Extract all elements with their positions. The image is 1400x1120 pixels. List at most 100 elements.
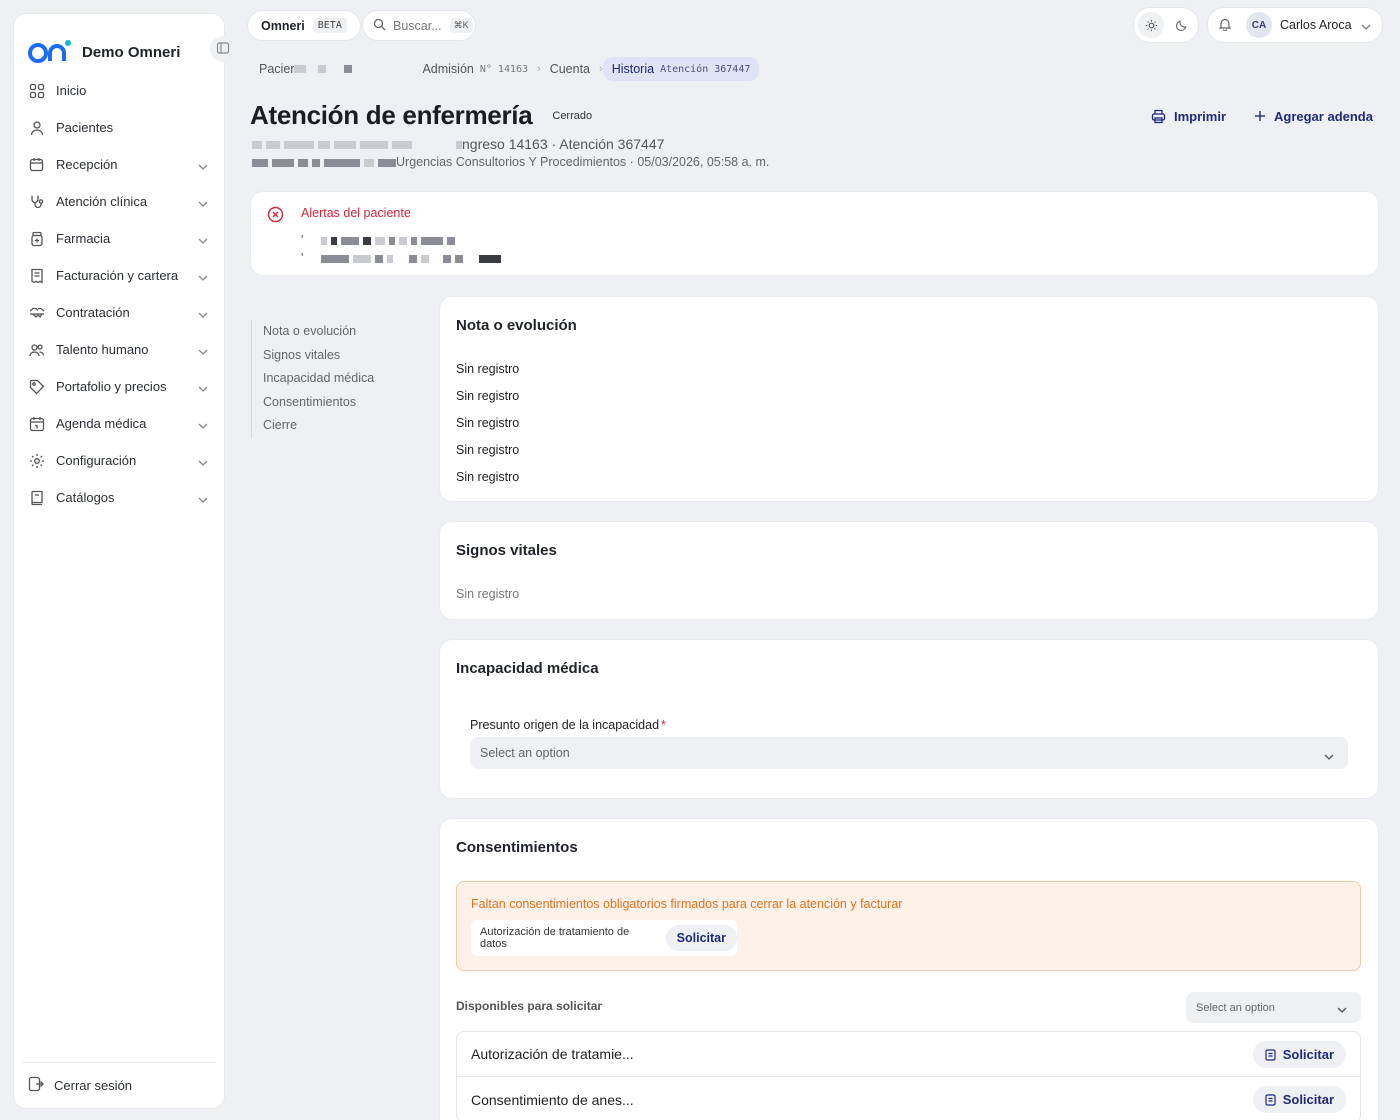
workspace-switcher[interactable]: Omneri BETA [248, 11, 360, 40]
print-button[interactable]: Imprimir [1137, 102, 1241, 130]
logout-button[interactable]: Cerrar sesión [22, 1062, 216, 1108]
list-item: Consentimiento de anes... Solicitar [457, 1077, 1360, 1120]
printer-icon [1151, 109, 1166, 124]
alert-item: ' [301, 250, 505, 265]
moon-icon[interactable] [1168, 12, 1194, 38]
sidebar-item-label: Configuración [56, 453, 137, 468]
sidebar-item-pacientes[interactable]: Pacientes [14, 109, 224, 146]
redacted-block [344, 65, 353, 73]
person-icon [28, 119, 46, 137]
request-consent-button[interactable]: Solicitar [665, 925, 737, 951]
record-text: Sin registro [456, 416, 520, 430]
sun-icon[interactable] [1138, 12, 1164, 38]
breadcrumb-patient[interactable]: Pacier [250, 57, 365, 81]
user-name: Carlos Aroca [1280, 18, 1352, 32]
toc-item-incapacidad[interactable]: Incapacidad médica [263, 367, 374, 391]
empty-state-text: Sin registro [456, 587, 520, 601]
sidebar-collapse-button[interactable] [210, 36, 236, 62]
breadcrumb-admission[interactable]: Admisión N° 14163 [413, 57, 537, 81]
sidebar-item-label: Atención clínica [56, 194, 148, 209]
sidebar-item-label: Talento humano [56, 342, 149, 357]
sidebar-item-atencion-clinica[interactable]: Atención clínica [14, 183, 224, 220]
calendar-icon [28, 415, 46, 433]
theme-toggle[interactable] [1134, 8, 1198, 42]
sidebar-item-talento-humano[interactable]: Talento humano [14, 331, 224, 368]
chevron-down-icon [198, 380, 208, 395]
breadcrumb-account-label: Cuenta [549, 62, 591, 76]
consent-name: Autorización de tratamie... [471, 1046, 634, 1062]
request-button[interactable]: Solicitar [1252, 1041, 1346, 1068]
chevron-down-icon [198, 306, 208, 321]
available-consents-select[interactable]: Select an option [1186, 992, 1361, 1023]
sidebar-item-recepcion[interactable]: Recepción [14, 146, 224, 183]
search-shortcut: ⌘K [449, 18, 473, 33]
sidebar-item-agenda-medica[interactable]: Agenda médica [14, 405, 224, 442]
redacted-block [318, 65, 327, 73]
grid-icon [28, 82, 46, 100]
sidebar-item-label: Facturación y cartera [56, 268, 179, 283]
toc-item-cierre[interactable]: Cierre [263, 414, 374, 438]
missing-consent-label: Autorización de tratamiento de datos [480, 926, 630, 950]
chevron-down-icon [1361, 18, 1371, 33]
sidebar-item-contratacion[interactable]: Contratación [14, 294, 224, 331]
toc-item-nota[interactable]: Nota o evolución [263, 320, 374, 344]
sidebar-item-label: Pacientes [56, 120, 114, 135]
select-placeholder: Select an option [480, 746, 570, 760]
sidebar-item-portafolio[interactable]: Portafolio y precios [14, 368, 224, 405]
users-icon [28, 341, 46, 359]
omneri-logo-icon [28, 38, 72, 67]
section-toc: Nota o evolución Signos vitales Incapaci… [251, 320, 374, 438]
handshake-icon [28, 304, 46, 322]
search-icon [373, 18, 386, 34]
breadcrumb-history[interactable]: Historia Atención 367447 [602, 57, 760, 81]
toc-item-consentimientos[interactable]: Consentimientos [263, 391, 374, 415]
request-button[interactable]: Solicitar [1252, 1086, 1346, 1113]
sidebar-item-label: Recepción [56, 157, 118, 172]
select-placeholder: Select an option [1196, 1001, 1275, 1014]
chevron-down-icon [198, 417, 208, 432]
breadcrumb-history-code: Atención 367447 [660, 63, 751, 75]
sidebar-nav: Inicio Pacientes Recepción Atención clín… [14, 72, 224, 516]
sidebar-item-farmacia[interactable]: Farmacia [14, 220, 224, 257]
alert-item: ' [301, 232, 459, 247]
record-text: Sin registro [456, 470, 520, 484]
logout-icon [28, 1076, 44, 1095]
add-agenda-button[interactable]: Agregar adenda [1240, 102, 1387, 130]
section-title: Consentimientos [456, 839, 578, 856]
section-title: Incapacidad médica [456, 660, 599, 677]
list-item: Autorización de tratamie... Solicitar [457, 1032, 1360, 1077]
sidebar-item-label: Portafolio y precios [56, 379, 167, 394]
chevron-down-icon [1324, 749, 1334, 763]
sidebar-item-facturacion[interactable]: Facturación y cartera [14, 257, 224, 294]
brand[interactable]: Demo Omneri [14, 14, 224, 70]
search-input[interactable]: Buscar... ⌘K [363, 11, 475, 40]
page-title: Atención de enfermería [250, 100, 533, 130]
nota-evolucion-section: Nota o evolución Sin registro Sin regist… [440, 297, 1378, 501]
sidebar-item-catalogos[interactable]: Catálogos [14, 479, 224, 516]
tag-icon [28, 378, 46, 396]
sidebar: Demo Omneri Inicio Pacientes Recepción A… [14, 14, 236, 1108]
book-icon [28, 489, 46, 507]
sidebar-item-configuracion[interactable]: Configuración [14, 442, 224, 479]
admission-meta: ngreso 14163 · Atención 367447 [462, 136, 665, 152]
user-menu[interactable]: CA Carlos Aroca [1208, 8, 1382, 42]
toc-item-signos[interactable]: Signos vitales [263, 344, 374, 368]
patient-meta: ngreso 14163 · Atención 367447 [252, 136, 664, 152]
sidebar-item-label: Contratación [56, 305, 130, 320]
sidebar-item-inicio[interactable]: Inicio [14, 72, 224, 109]
medicine-bottle-icon [28, 230, 46, 248]
logout-label: Cerrar sesión [54, 1078, 133, 1093]
search-placeholder: Buscar... [393, 18, 442, 33]
section-title: Nota o evolución [456, 317, 577, 334]
record-text: Sin registro [456, 362, 520, 376]
available-label: Disponibles para solicitar [456, 999, 603, 1013]
workspace-name: Omneri [261, 18, 305, 33]
request-label: Solicitar [1282, 1092, 1334, 1107]
bell-icon[interactable] [1218, 17, 1232, 34]
beta-badge: BETA [312, 18, 347, 33]
breadcrumb-account[interactable]: Cuenta [541, 57, 599, 81]
location-text: Urgencias Consultorios Y Procedimientos … [396, 155, 770, 169]
origen-incapacidad-select[interactable]: Select an option [470, 737, 1348, 769]
document-icon [1265, 1048, 1276, 1061]
document-icon [1265, 1093, 1276, 1106]
